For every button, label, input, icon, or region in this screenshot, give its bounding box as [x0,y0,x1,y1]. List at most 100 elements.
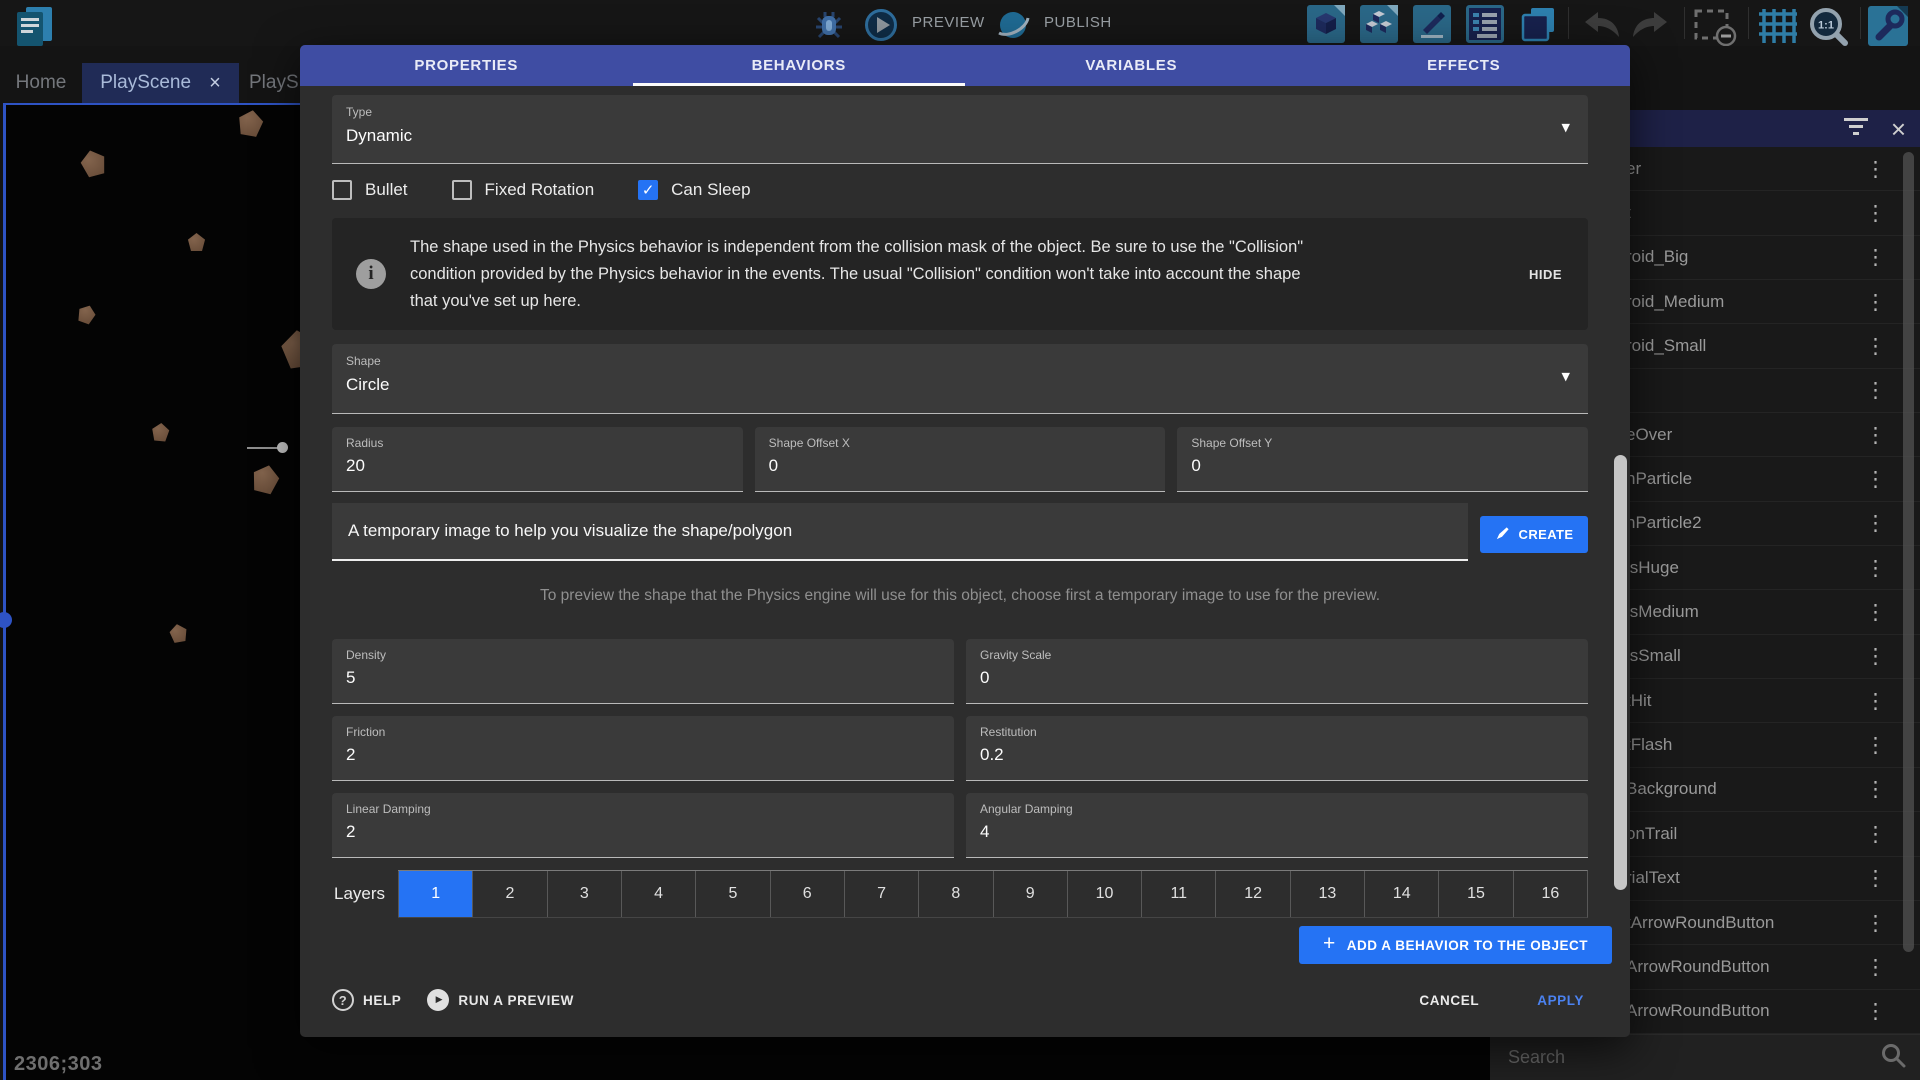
checkbox-unchecked-icon[interactable] [452,180,472,200]
item-menu-icon[interactable]: ⋮ [1865,378,1886,402]
layers-row: Layers 1 2 3 4 5 6 7 8 9 10 11 12 13 14 … [332,870,1588,918]
temp-image-input[interactable] [346,520,1468,542]
layer-button-6[interactable]: 6 [770,871,844,917]
item-menu-icon[interactable]: ⋮ [1865,777,1886,801]
object-groups-icon[interactable] [1360,5,1398,48]
item-menu-icon[interactable]: ⋮ [1865,334,1886,358]
temp-image-field[interactable] [332,503,1468,561]
edit-scene-icon[interactable] [1413,5,1451,48]
layer-button-8[interactable]: 8 [918,871,992,917]
tab-properties[interactable]: PROPERTIES [300,45,633,86]
bullet-checkbox[interactable]: Bullet [332,180,408,200]
layer-button-12[interactable]: 12 [1215,871,1289,917]
can-sleep-checkbox[interactable]: ✓ Can Sleep [638,180,750,200]
tab-playscene[interactable]: PlayScene × [82,63,239,103]
close-tab-icon[interactable]: × [209,73,221,93]
sidebar-scrollbar[interactable] [1903,152,1914,952]
item-menu-icon[interactable]: ⋮ [1865,556,1886,580]
undo-icon[interactable] [1578,10,1624,45]
restitution-field[interactable]: Restitution 0.2 [966,716,1588,781]
item-menu-icon[interactable]: ⋮ [1865,866,1886,890]
layer-button-1[interactable]: 1 [398,871,472,917]
preview-icon[interactable] [864,8,898,47]
linear-damping-label: Linear Damping [346,802,940,816]
object-name: hParticle2 [1626,513,1865,533]
layer-button-14[interactable]: 14 [1364,871,1438,917]
linear-damping-field[interactable]: Linear Damping 2 [332,793,954,858]
project-manager-icon[interactable] [10,3,58,54]
tab-variables[interactable]: VARIABLES [965,45,1298,86]
tab-home[interactable]: Home [8,63,74,103]
shape-offset-y-field[interactable]: Shape Offset Y 0 [1177,427,1588,492]
gizmo-handle[interactable] [277,442,288,453]
layer-button-4[interactable]: 4 [621,871,695,917]
objects-editor-icon[interactable] [1307,5,1345,48]
angular-damping-field[interactable]: Angular Damping 4 [966,793,1588,858]
item-menu-icon[interactable]: ⋮ [1865,511,1886,535]
item-menu-icon[interactable]: ⋮ [1865,955,1886,979]
publish-icon[interactable] [995,7,1031,48]
type-select[interactable]: Type Dynamic ▼ [332,95,1588,164]
item-menu-icon[interactable]: ⋮ [1865,290,1886,314]
grid-icon[interactable] [1757,7,1797,50]
apply-button[interactable]: APPLY [1531,992,1590,1009]
layer-button-9[interactable]: 9 [993,871,1067,917]
radius-field[interactable]: Radius 20 [332,427,743,492]
item-menu-icon[interactable]: ⋮ [1865,201,1886,225]
layer-button-15[interactable]: 15 [1438,871,1512,917]
tab-behaviors[interactable]: BEHAVIORS [633,45,966,86]
layer-button-5[interactable]: 5 [695,871,769,917]
deselect-icon[interactable] [1693,8,1737,51]
item-menu-icon[interactable]: ⋮ [1865,999,1886,1023]
density-field[interactable]: Density 5 [332,639,954,704]
shape-offset-x-field[interactable]: Shape Offset X 0 [755,427,1166,492]
angular-damping-value: 4 [980,822,1574,842]
layer-button-2[interactable]: 2 [472,871,546,917]
item-menu-icon[interactable]: ⋮ [1865,733,1886,757]
friction-field[interactable]: Friction 2 [332,716,954,781]
help-button[interactable]: ? HELP [332,989,401,1011]
item-menu-icon[interactable]: ⋮ [1865,245,1886,269]
item-menu-icon[interactable]: ⋮ [1865,911,1886,935]
item-menu-icon[interactable]: ⋮ [1865,822,1886,846]
layer-button-3[interactable]: 3 [547,871,621,917]
close-panel-icon[interactable]: × [1891,116,1906,142]
layers-panel-icon[interactable] [1519,5,1557,48]
preview-button[interactable]: PREVIEW [912,14,985,31]
filter-icon[interactable] [1843,116,1869,142]
scene-properties-icon[interactable] [1868,6,1912,51]
hide-button[interactable]: HIDE [1529,267,1588,282]
zoom-1-1-icon[interactable]: 1:1 [1806,5,1850,52]
tab-home-label: Home [16,72,67,94]
checkbox-checked-icon[interactable]: ✓ [638,180,658,200]
shape-select[interactable]: Shape Circle ▼ [332,344,1588,414]
dialog-scrollbar[interactable] [1614,455,1627,890]
cancel-button[interactable]: CANCEL [1413,992,1485,1009]
layer-button-7[interactable]: 7 [844,871,918,917]
add-behavior-button[interactable]: + ADD A BEHAVIOR TO THE OBJECT [1299,926,1612,964]
restitution-label: Restitution [980,725,1574,739]
events-editor-icon[interactable] [1466,5,1504,48]
layer-button-10[interactable]: 10 [1067,871,1141,917]
help-label: HELP [363,993,401,1008]
layer-button-16[interactable]: 16 [1513,871,1587,917]
item-menu-icon[interactable]: ⋮ [1865,467,1886,491]
publish-button[interactable]: PUBLISH [1044,14,1112,31]
tab-effects[interactable]: EFFECTS [1298,45,1631,86]
search-input[interactable] [1506,1046,1880,1069]
gravity-scale-field[interactable]: Gravity Scale 0 [966,639,1588,704]
create-button[interactable]: CREATE [1480,516,1588,553]
layer-button-13[interactable]: 13 [1290,871,1364,917]
item-menu-icon[interactable]: ⋮ [1865,644,1886,668]
debug-icon[interactable] [812,9,846,46]
item-menu-icon[interactable]: ⋮ [1865,600,1886,624]
toolbar-separator [1748,7,1749,39]
fixed-rotation-checkbox[interactable]: Fixed Rotation [452,180,595,200]
checkbox-unchecked-icon[interactable] [332,180,352,200]
item-menu-icon[interactable]: ⋮ [1865,157,1886,181]
run-preview-button[interactable]: ▶ RUN A PREVIEW [427,989,574,1011]
item-menu-icon[interactable]: ⋮ [1865,689,1886,713]
layer-button-11[interactable]: 11 [1141,871,1215,917]
item-menu-icon[interactable]: ⋮ [1865,423,1886,447]
redo-icon[interactable] [1628,10,1674,45]
